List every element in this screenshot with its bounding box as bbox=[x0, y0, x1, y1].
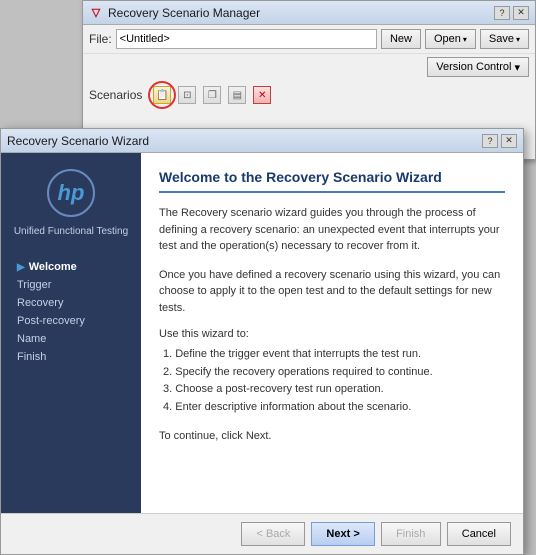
bg-version-row: Version Control ▾ bbox=[83, 54, 535, 80]
bg-scenarios-label: Scenarios bbox=[89, 88, 142, 102]
bg-scenarios-row: Scenarios 📋 ⊡ ❐ ▤ ✕ bbox=[83, 80, 535, 110]
sidebar-label-name: Name bbox=[17, 333, 46, 345]
bg-icon-btn-3[interactable]: ❐ bbox=[201, 84, 223, 106]
sidebar-label-trigger: Trigger bbox=[17, 279, 51, 291]
scenario-icon-3: ❐ bbox=[203, 86, 221, 104]
sidebar-item-recovery[interactable]: Recovery bbox=[11, 294, 131, 312]
wizard-close-button[interactable]: ✕ bbox=[501, 134, 517, 148]
wizard-back-button[interactable]: < Back bbox=[241, 522, 305, 546]
wizard-title-controls: ? ✕ bbox=[482, 134, 517, 148]
sidebar-subtitle: Unified Functional Testing bbox=[14, 225, 128, 238]
wizard-footer-text: To continue, click Next. bbox=[159, 430, 505, 442]
bg-version-control-button[interactable]: Version Control ▾ bbox=[427, 57, 529, 77]
wizard-button-row: < Back Next > Finish Cancel bbox=[1, 513, 523, 554]
wizard-finish-button[interactable]: Finish bbox=[381, 522, 441, 546]
hp-logo-text: hp bbox=[58, 182, 85, 204]
wizard-heading: Welcome to the Recovery Scenario Wizard bbox=[159, 169, 505, 193]
bg-title-text: Recovery Scenario Manager bbox=[108, 6, 494, 20]
sidebar-item-post-recovery[interactable]: Post-recovery bbox=[11, 312, 131, 330]
bg-version-arrow: ▾ bbox=[514, 61, 520, 74]
wizard-use-title: Use this wizard to: bbox=[159, 328, 505, 340]
bg-title-icon: ▽ bbox=[89, 6, 103, 20]
sidebar-item-welcome[interactable]: ▶ Welcome bbox=[11, 258, 131, 276]
wizard-help-button[interactable]: ? bbox=[482, 134, 498, 148]
sidebar-label-recovery: Recovery bbox=[17, 297, 63, 309]
sidebar-nav: ▶ Welcome Trigger Recovery Post-recovery… bbox=[11, 258, 131, 366]
bg-help-button[interactable]: ? bbox=[494, 6, 510, 20]
sidebar-item-trigger[interactable]: Trigger bbox=[11, 276, 131, 294]
bg-title-controls: ? ✕ bbox=[494, 6, 529, 20]
list-item-4: 4. Enter descriptive information about t… bbox=[159, 399, 505, 417]
sidebar-item-finish[interactable]: Finish bbox=[11, 348, 131, 366]
wizard-body: hp Unified Functional Testing ▶ Welcome … bbox=[1, 153, 523, 513]
scenario-delete-icon: ✕ bbox=[253, 86, 271, 104]
bg-open-button[interactable]: Open ▾ bbox=[425, 29, 476, 49]
bg-save-arrow: ▾ bbox=[516, 35, 520, 44]
wizard-next-button[interactable]: Next > bbox=[311, 522, 374, 546]
bg-icon-btn-4[interactable]: ▤ bbox=[226, 84, 248, 106]
wizard-content: Welcome to the Recovery Scenario Wizard … bbox=[141, 153, 523, 513]
bg-icon-btn-2[interactable]: ⊡ bbox=[176, 84, 198, 106]
sidebar-arrow-welcome: ▶ bbox=[17, 262, 25, 273]
wizard-desc1: The Recovery scenario wizard guides you … bbox=[159, 205, 505, 255]
wizard-list: 1. Define the trigger event that interru… bbox=[159, 346, 505, 416]
bg-file-input[interactable] bbox=[116, 29, 377, 49]
list-item-2: 2. Specify the recovery operations requi… bbox=[159, 364, 505, 382]
sidebar-label-post-recovery: Post-recovery bbox=[17, 315, 85, 327]
bg-file-row: File: New Open ▾ Save ▾ bbox=[83, 25, 535, 54]
bg-new-button[interactable]: New bbox=[381, 29, 421, 49]
bg-file-label: File: bbox=[89, 32, 112, 46]
list-item-3: 3. Choose a post-recovery test run opera… bbox=[159, 381, 505, 399]
wizard-sidebar: hp Unified Functional Testing ▶ Welcome … bbox=[1, 153, 141, 513]
bg-icon-btn-delete[interactable]: ✕ bbox=[251, 84, 273, 106]
bg-save-button[interactable]: Save ▾ bbox=[480, 29, 529, 49]
scenario-icon-2: ⊡ bbox=[178, 86, 196, 104]
wizard-window: Recovery Scenario Wizard ? ✕ hp Unified … bbox=[0, 128, 524, 555]
bg-new-scenario-button[interactable]: 📋 bbox=[151, 84, 173, 106]
wizard-cancel-button[interactable]: Cancel bbox=[447, 522, 511, 546]
bg-close-button[interactable]: ✕ bbox=[513, 6, 529, 20]
hp-logo: hp bbox=[47, 169, 95, 217]
scenario-icon-4: ▤ bbox=[228, 86, 246, 104]
list-item-1: 1. Define the trigger event that interru… bbox=[159, 346, 505, 364]
bg-title-bar: ▽ Recovery Scenario Manager ? ✕ bbox=[83, 1, 535, 25]
wizard-title-text: Recovery Scenario Wizard bbox=[7, 134, 482, 148]
sidebar-label-finish: Finish bbox=[17, 351, 46, 363]
wizard-desc2: Once you have defined a recovery scenari… bbox=[159, 267, 505, 317]
sidebar-label-welcome: Welcome bbox=[29, 261, 77, 273]
sidebar-item-name[interactable]: Name bbox=[11, 330, 131, 348]
bg-open-arrow: ▾ bbox=[463, 35, 467, 44]
wizard-title-bar: Recovery Scenario Wizard ? ✕ bbox=[1, 129, 523, 153]
new-scenario-icon: 📋 bbox=[153, 86, 171, 104]
